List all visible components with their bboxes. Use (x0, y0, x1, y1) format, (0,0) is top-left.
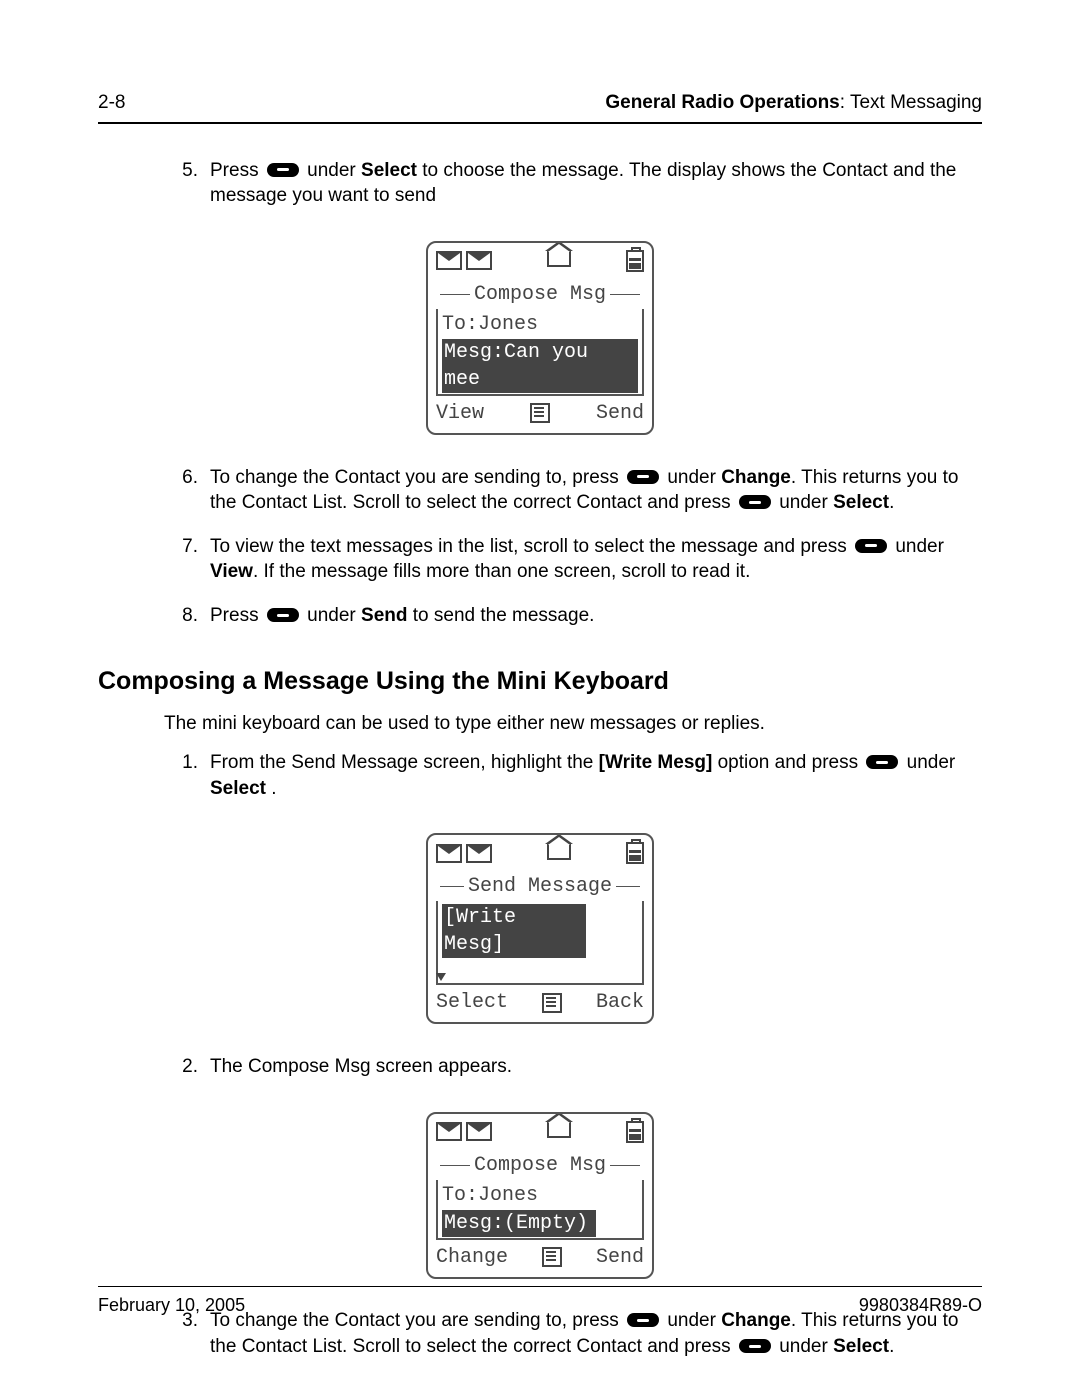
footer-docid: 9980384R89-O (859, 1293, 982, 1317)
step-text: From the Send Message screen, highlight … (210, 752, 955, 799)
screen-title: Compose Msg (474, 1152, 606, 1179)
screen-title-row: Compose Msg (428, 1150, 652, 1181)
steps-list-a: 5. Press under Select to choose the mess… (164, 158, 982, 227)
radio-display: Compose Msg To:Jones Mesg:Can you mee Vi… (426, 241, 654, 435)
radio-display: Send Message [Write Mesg] Select Back (426, 833, 654, 1024)
page-footer: February 10, 2005 9980384R89-O (98, 1286, 982, 1317)
menu-icon (542, 993, 562, 1013)
softkey-icon (855, 539, 887, 553)
envelope-icon (466, 844, 492, 863)
step-text: The Compose Msg screen appears. (210, 1056, 512, 1077)
page: 2-8 General Radio Operations: Text Messa… (0, 0, 1080, 1397)
softkey-right-label: Back (596, 989, 644, 1016)
steps-list-a-cont: 6. To change the Contact you are sending… (164, 465, 982, 647)
softkey-left-label: View (436, 400, 484, 427)
step-b3: 3. To change the Contact you are sending… (164, 1308, 982, 1377)
to-line: To:Jones (442, 1182, 638, 1209)
page-header: 2-8 General Radio Operations: Text Messa… (98, 90, 982, 124)
chapter-title-bold: General Radio Operations (605, 92, 839, 113)
softkey-icon (627, 470, 659, 484)
page-number: 2-8 (98, 90, 125, 116)
softkey-left-label: Change (436, 1244, 508, 1271)
write-mesg-option-selected: [Write Mesg] (442, 904, 586, 958)
screen-title: Compose Msg (474, 281, 606, 308)
menu-icon (530, 403, 550, 423)
softkey-icon (739, 495, 771, 509)
step-5: 5. Press under Select to choose the mess… (164, 158, 982, 227)
step-number: 7. (164, 534, 198, 560)
radio-display: Compose Msg To:Jones Mesg:(Empty) Change… (426, 1112, 654, 1279)
step-number: 8. (164, 603, 198, 629)
step-6: 6. To change the Contact you are sending… (164, 465, 982, 534)
radio-screen-2: Send Message [Write Mesg] Select Back (98, 833, 982, 1032)
softkey-icon (866, 755, 898, 769)
step-text: To view the text messages in the list, s… (210, 536, 944, 583)
chapter-title: General Radio Operations: Text Messaging (605, 90, 982, 116)
chapter-title-rest: : Text Messaging (840, 92, 982, 113)
step-number: 5. (164, 158, 198, 184)
envelope-icon (436, 844, 462, 863)
home-icon (547, 1122, 571, 1138)
step-b2: 2. The Compose Msg screen appears. (164, 1054, 982, 1098)
to-line: To:Jones (442, 311, 638, 338)
screen-title: Send Message (468, 873, 612, 900)
message-line-selected: Mesg:(Empty) (442, 1210, 596, 1237)
softkey-icon (739, 1339, 771, 1353)
steps-list-b-cont2: 3. To change the Contact you are sending… (164, 1308, 982, 1377)
steps-list-b-cont: 2. The Compose Msg screen appears. (164, 1054, 982, 1098)
battery-icon (626, 250, 644, 272)
step-text: To change the Contact you are sending to… (210, 1310, 958, 1357)
screen-title-row: Send Message (428, 871, 652, 902)
softkey-row: Change Send (428, 1242, 652, 1277)
section-heading: Composing a Message Using the Mini Keybo… (98, 665, 982, 699)
screen-title-row: Compose Msg (428, 279, 652, 310)
softkey-icon (267, 608, 299, 622)
softkey-row: View Send (428, 398, 652, 433)
radio-screen-3: Compose Msg To:Jones Mesg:(Empty) Change… (98, 1112, 982, 1287)
home-icon (547, 251, 571, 267)
step-text: Press under Send to send the message. (210, 605, 594, 626)
softkey-icon (267, 163, 299, 177)
footer-date: February 10, 2005 (98, 1293, 245, 1317)
home-icon (547, 844, 571, 860)
step-8: 8. Press under Send to send the message. (164, 603, 982, 647)
step-text: Press under Select to choose the message… (210, 160, 956, 207)
step-b1: 1. From the Send Message screen, highlig… (164, 750, 982, 819)
step-number: 2. (164, 1054, 198, 1080)
envelope-icon (436, 1122, 462, 1141)
battery-icon (626, 842, 644, 864)
softkey-left-label: Select (436, 989, 508, 1016)
steps-list-b: 1. From the Send Message screen, highlig… (164, 750, 982, 819)
envelope-icon (466, 1122, 492, 1141)
message-line-selected: Mesg:Can you mee (442, 339, 638, 393)
envelope-icon (466, 251, 492, 270)
step-number: 6. (164, 465, 198, 491)
section-intro: The mini keyboard can be used to type ei… (164, 711, 982, 737)
radio-screen-1: Compose Msg To:Jones Mesg:Can you mee Vi… (98, 241, 982, 443)
menu-icon (542, 1247, 562, 1267)
down-arrow-icon (436, 973, 446, 981)
step-7: 7. To view the text messages in the list… (164, 534, 982, 603)
softkey-right-label: Send (596, 1244, 644, 1271)
status-bar (428, 835, 652, 871)
step-number: 1. (164, 750, 198, 776)
status-bar (428, 1114, 652, 1150)
softkey-right-label: Send (596, 400, 644, 427)
softkey-row: Select Back (428, 987, 652, 1022)
battery-icon (626, 1121, 644, 1143)
status-bar (428, 243, 652, 279)
step-text: To change the Contact you are sending to… (210, 467, 958, 514)
envelope-icon (436, 251, 462, 270)
